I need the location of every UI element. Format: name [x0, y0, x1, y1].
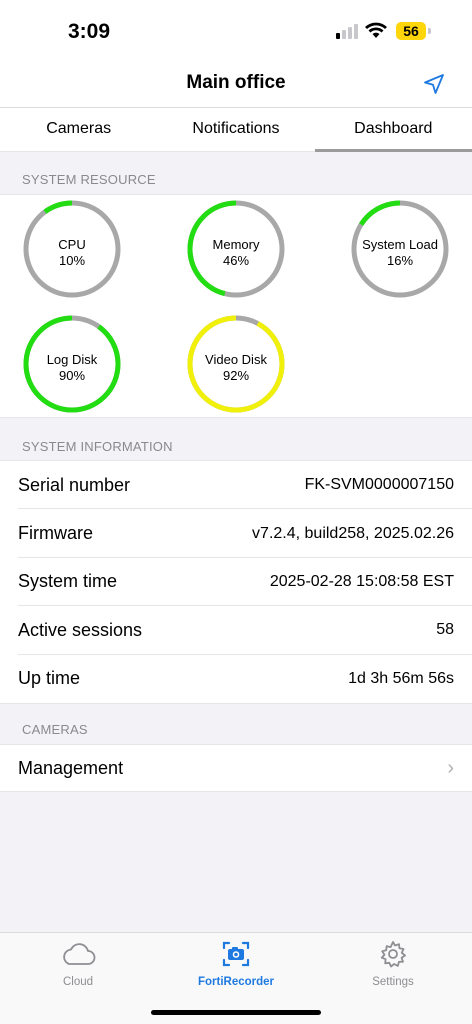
chevron-right-icon: ›	[447, 756, 454, 779]
info-value: 58	[436, 621, 454, 639]
gauge-text: CPU 10%	[22, 237, 122, 269]
info-row-system-time: System time 2025-02-28 15:08:58 EST	[0, 558, 472, 607]
info-row-active-sessions: Active sessions 58	[0, 606, 472, 655]
gauge-name: Video Disk	[205, 352, 267, 367]
cellular-signal-icon	[336, 23, 358, 39]
home-indicator	[151, 1010, 321, 1015]
location-arrow-icon[interactable]	[422, 72, 446, 96]
info-row-serial-number: Serial number FK-SVM0000007150	[0, 461, 472, 510]
management-label: Management	[18, 757, 124, 778]
info-label: Serial number	[18, 474, 131, 495]
tab-bar-label: Cloud	[62, 976, 94, 988]
gauge-memory: Memory 46%	[186, 199, 286, 299]
info-value: v7.2.4, build258, 2025.02.26	[252, 524, 454, 542]
tab-dashboard[interactable]: Dashboard	[314, 108, 472, 152]
info-value: 1d 3h 56m 56s	[348, 669, 454, 687]
battery-tip	[428, 28, 431, 34]
status-bar: 3:09 56	[0, 0, 472, 60]
section-header-system-information: SYSTEM INFORMATION	[22, 439, 173, 454]
gauge-value: 46%	[222, 253, 250, 268]
cloud-icon	[63, 943, 96, 965]
info-row-up-time: Up time 1d 3h 56m 56s	[0, 655, 472, 703]
gear-icon	[380, 941, 406, 968]
system-resource-panel: CPU 10% Memory 46% System Load 16% Log D…	[0, 194, 472, 418]
tab-cameras[interactable]: Cameras	[0, 108, 157, 151]
section-header-system-resource: SYSTEM RESOURCE	[22, 172, 156, 187]
top-tabs: Cameras Notifications Dashboard	[0, 108, 472, 152]
navigation-bar: Main office	[0, 60, 472, 108]
info-label: Firmware	[18, 523, 93, 544]
tab-bar-label: FortiRecorder	[197, 976, 275, 988]
info-label: Active sessions	[18, 619, 143, 640]
tab-bar-label: Settings	[372, 976, 414, 988]
gauge-video-disk: Video Disk 92%	[186, 314, 286, 414]
tab-bar-fortirecorder[interactable]: FortiRecorder	[176, 939, 296, 988]
status-time: 3:09	[68, 20, 111, 43]
gauge-text: Log Disk 90%	[22, 352, 122, 384]
cameras-management-row[interactable]: Management ›	[0, 744, 472, 792]
gauge-log-disk: Log Disk 90%	[22, 314, 122, 414]
tab-bar-settings[interactable]: Settings	[333, 939, 453, 988]
info-label: System time	[18, 571, 118, 592]
gauge-name: Log Disk	[46, 352, 98, 367]
gauge-value: 16%	[386, 253, 414, 268]
camera-icon	[222, 941, 250, 967]
section-header-cameras: CAMERAS	[22, 722, 88, 737]
gauge-text: System Load 16%	[350, 237, 450, 269]
battery-indicator: 56	[396, 22, 426, 40]
gauge-cpu: CPU 10%	[22, 199, 122, 299]
info-value: 2025-02-28 15:08:58 EST	[269, 572, 454, 590]
tab-notifications[interactable]: Notifications	[157, 108, 314, 151]
gauge-name: Memory	[212, 237, 260, 252]
gauge-value: 90%	[58, 368, 86, 383]
gauge-text: Memory 46%	[186, 237, 286, 269]
info-row-firmware: Firmware v7.2.4, build258, 2025.02.26	[0, 509, 472, 559]
gauge-value: 92%	[222, 368, 250, 383]
gauge-system-load: System Load 16%	[350, 199, 450, 299]
info-value: FK-SVM0000007150	[304, 476, 454, 494]
tab-bar-cloud[interactable]: Cloud	[18, 939, 138, 988]
wifi-icon	[365, 22, 387, 38]
info-label: Up time	[18, 668, 81, 689]
gauge-value: 10%	[58, 253, 86, 268]
gauge-name: CPU	[58, 237, 86, 252]
gauge-text: Video Disk 92%	[186, 352, 286, 384]
system-information-list: Serial number FK-SVM0000007150 Firmware …	[0, 460, 472, 704]
page-title: Main office	[186, 72, 286, 93]
gauge-name: System Load	[362, 237, 438, 252]
